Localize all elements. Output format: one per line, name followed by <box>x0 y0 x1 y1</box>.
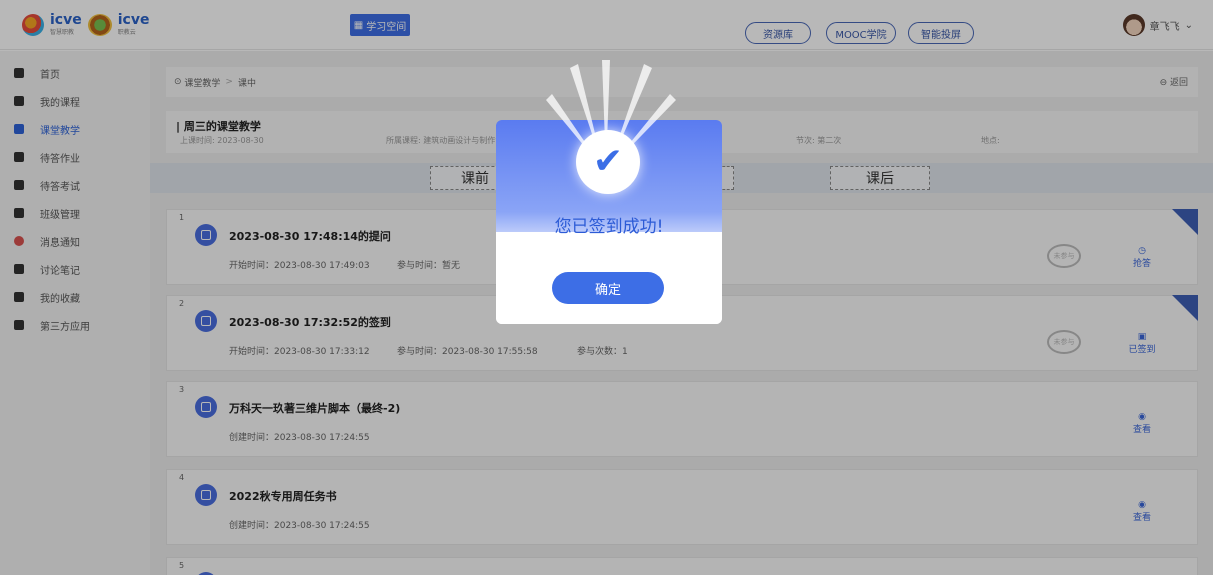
sign-in-success-dialog: ✔ 您已签到成功! 确定 <box>496 60 722 324</box>
success-message: 您已签到成功! <box>554 217 664 237</box>
success-check-icon: ✔ <box>576 130 640 194</box>
confirm-button[interactable]: 确定 <box>552 272 664 304</box>
